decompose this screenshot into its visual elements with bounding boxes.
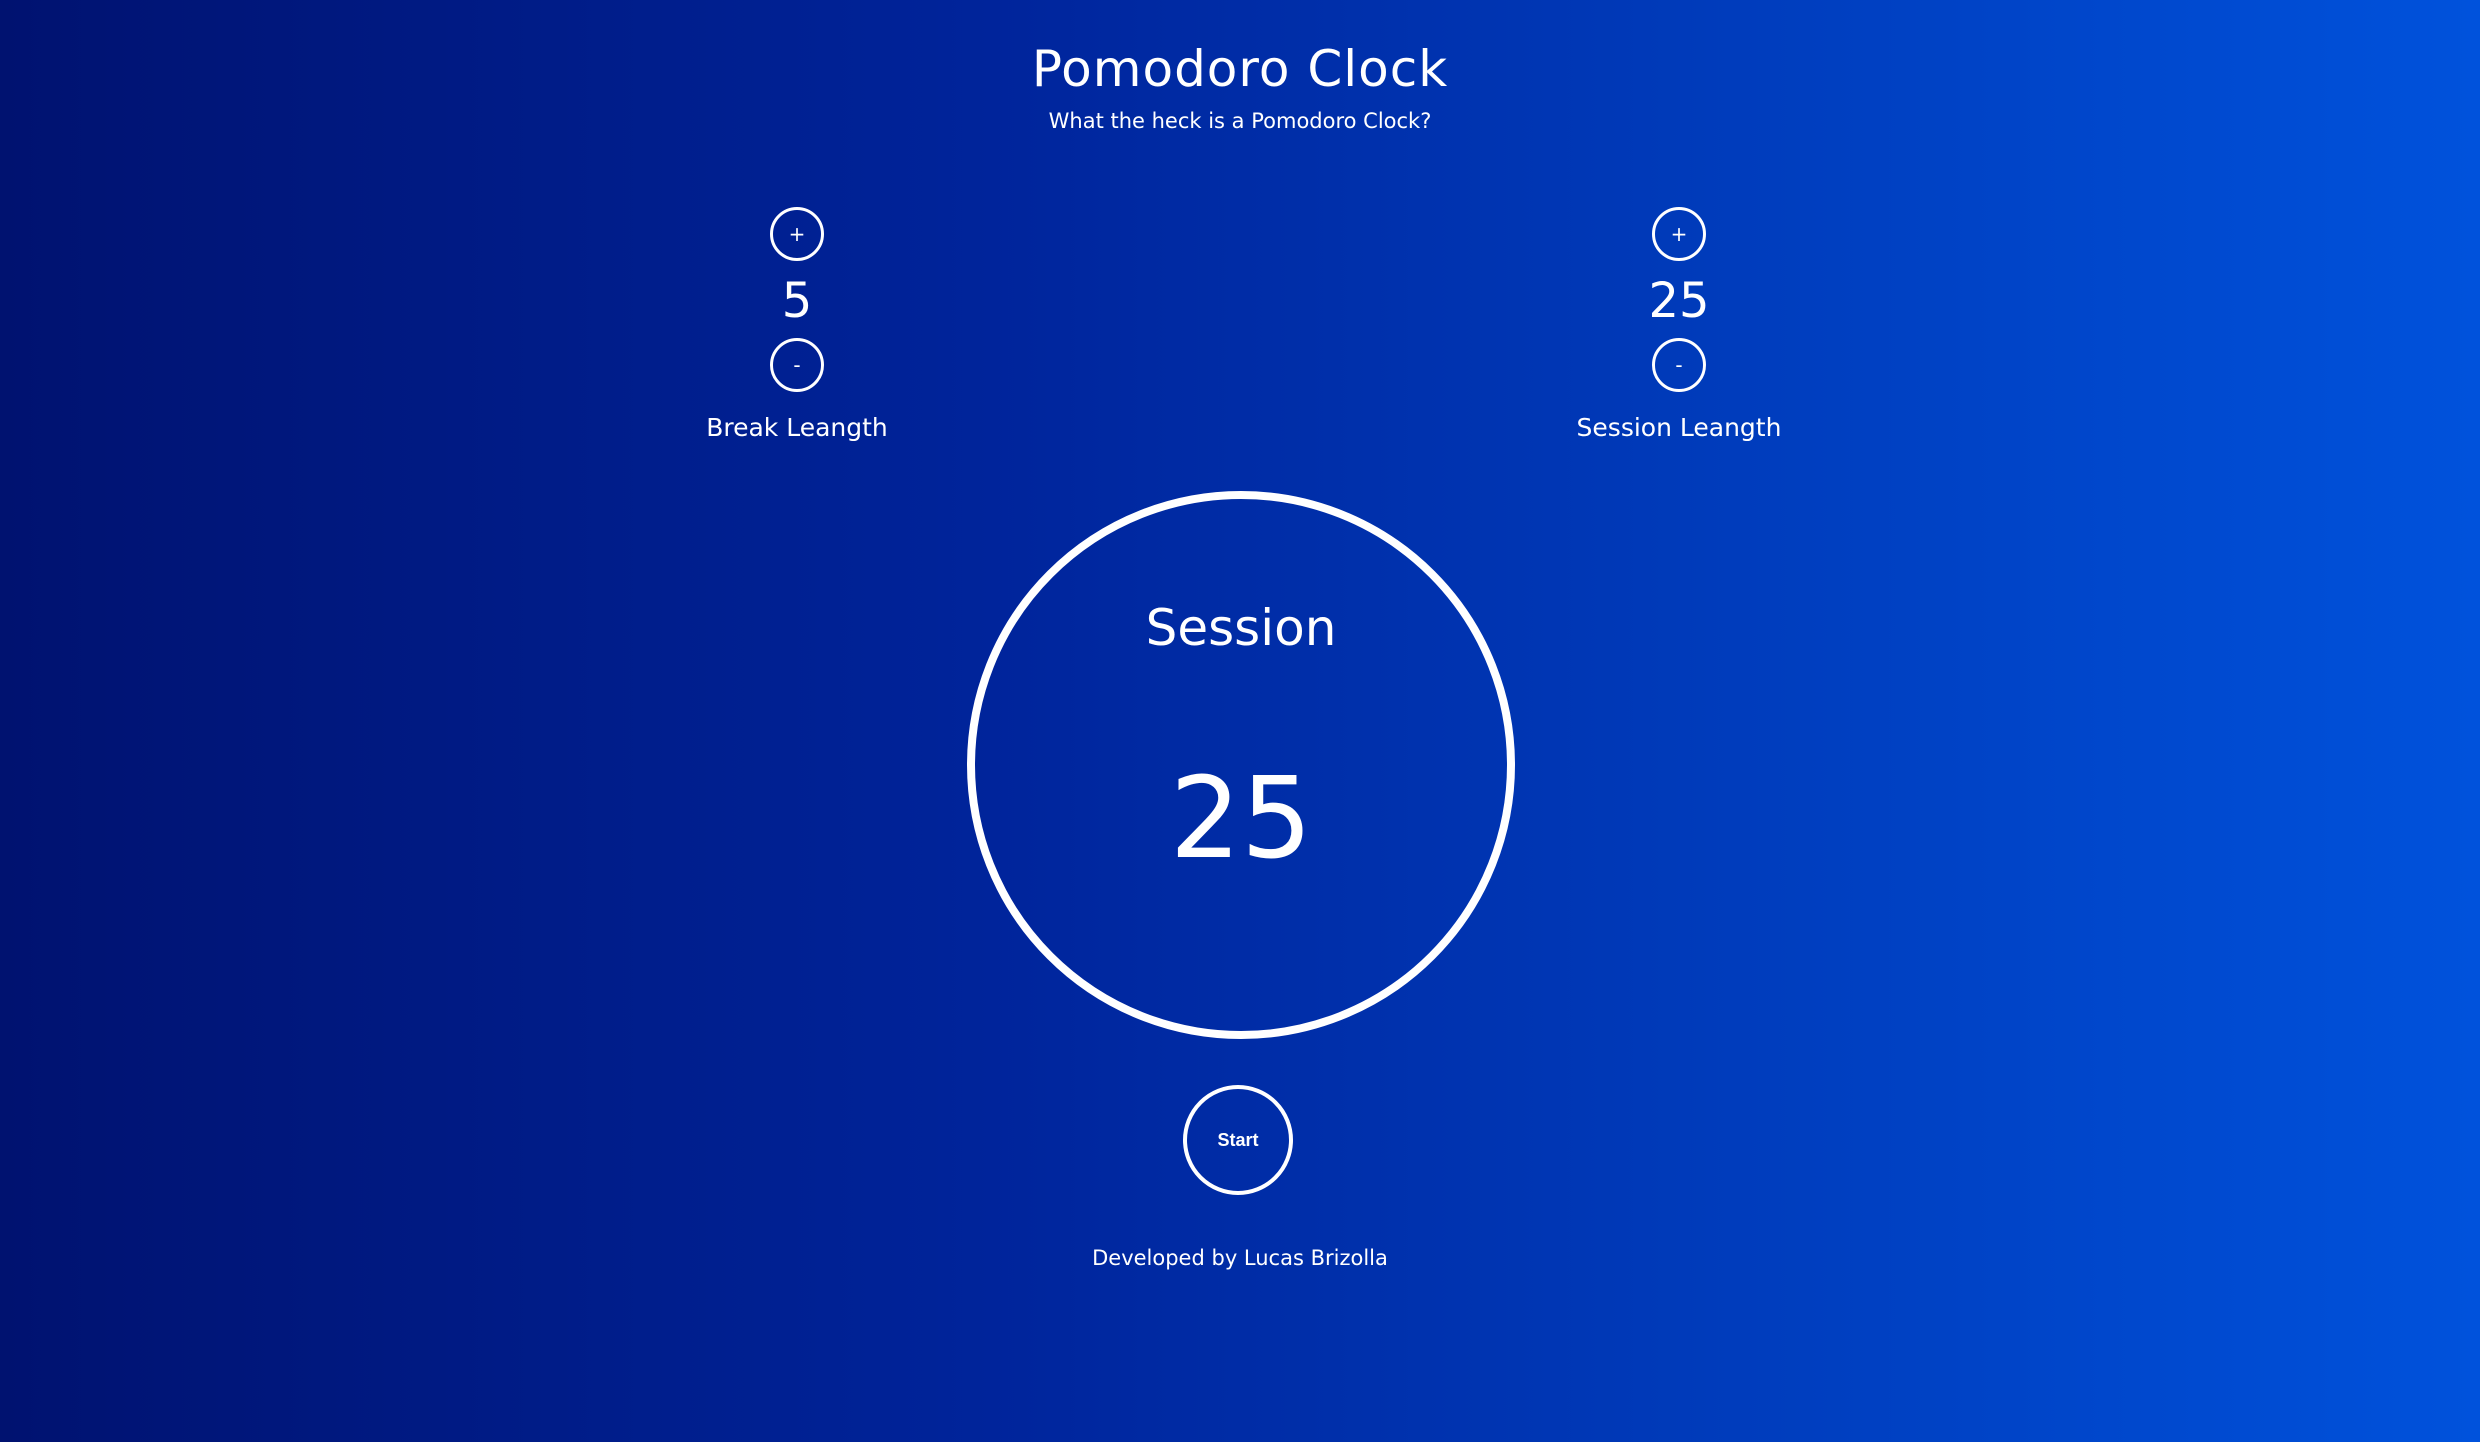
pomodoro-app: Pomodoro Clock What the heck is a Pomodo… xyxy=(0,0,2480,1442)
break-decrement-button[interactable]: - xyxy=(770,338,824,392)
session-length-control: + 25 - Session Leangth xyxy=(1499,206,1859,456)
session-increment-button[interactable]: + xyxy=(1652,207,1706,261)
session-decrement-button[interactable]: - xyxy=(1652,338,1706,392)
break-length-value: 5 xyxy=(781,273,813,329)
start-button[interactable]: Start xyxy=(1183,1085,1293,1195)
session-length-label: Session Leangth xyxy=(1576,413,1782,442)
timer-display: 25 xyxy=(1169,754,1313,884)
break-increment-button[interactable]: + xyxy=(770,207,824,261)
timer-ring: Session 25 xyxy=(967,491,1515,1039)
break-length-label: Break Leangth xyxy=(706,413,888,442)
timer-mode-label: Session xyxy=(1145,599,1337,657)
page-title: Pomodoro Clock xyxy=(1031,40,1449,98)
what-is-pomodoro-link[interactable]: What the heck is a Pomodoro Clock? xyxy=(0,106,2480,136)
break-length-control: + 5 - Break Leangth xyxy=(617,206,977,456)
developer-credit: Developed by Lucas Brizolla xyxy=(1092,1246,1388,1270)
session-length-value: 25 xyxy=(1648,273,1710,329)
